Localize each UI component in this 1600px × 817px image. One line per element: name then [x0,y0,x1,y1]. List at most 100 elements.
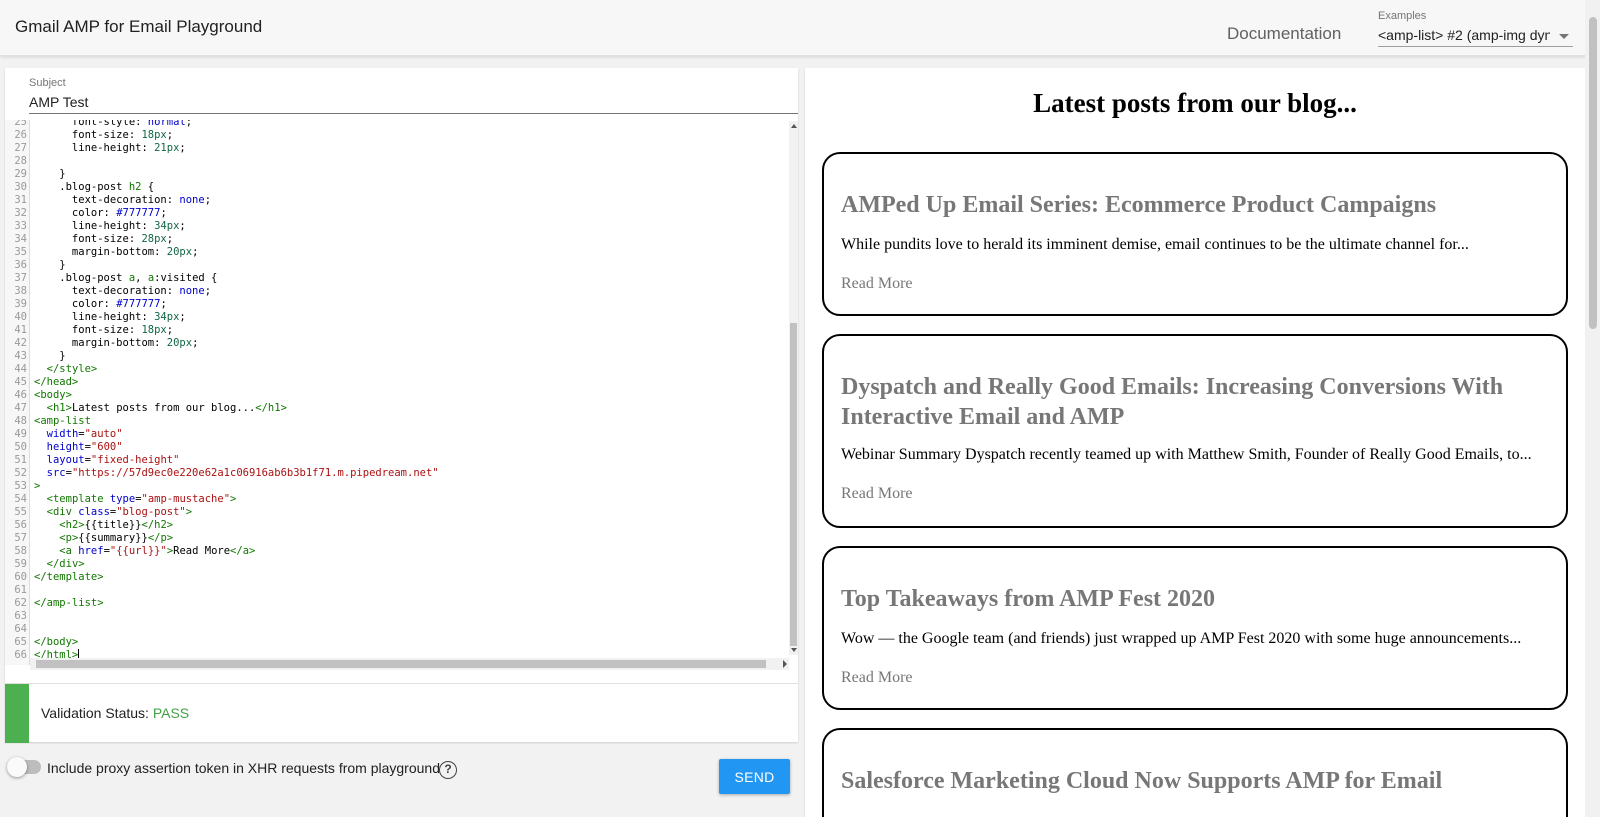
code-text[interactable] [30,155,34,168]
code-text[interactable]: <div class="blog-post"> [30,506,192,519]
code-line[interactable]: 60 </template> [5,571,785,584]
code-line[interactable]: 28 [5,155,785,168]
send-button[interactable]: SEND [719,759,790,794]
code-line[interactable]: 42 margin-bottom: 20px; [5,337,785,350]
code-text[interactable]: </template> [30,571,104,584]
help-circle-icon[interactable]: ? [439,761,457,779]
code-text[interactable] [30,584,34,597]
code-text[interactable]: <body> [30,389,72,402]
code-editor[interactable]: 25 font-style: normal; 26 font-size: 18px… [5,120,798,673]
code-text[interactable]: <a href="{{url}}">Read More</a> [30,545,255,558]
code-text[interactable]: width="auto" [30,428,123,441]
code-line[interactable]: 64 [5,623,785,636]
code-line[interactable]: 26 font-size: 18px; [5,129,785,142]
code-line[interactable]: 62 </amp-list> [5,597,785,610]
code-text[interactable]: src="https://57d9ec0e220e62a1c06916ab6b3… [30,467,439,480]
code-text[interactable] [30,623,34,636]
editor-vertical-scrollbar[interactable] [789,121,798,655]
code-line[interactable]: 35 margin-bottom: 20px; [5,246,785,259]
code-line[interactable]: 63 [5,610,785,623]
read-more-link[interactable]: Read More [841,485,913,503]
code-line[interactable]: 27 line-height: 21px; [5,142,785,155]
code-line[interactable]: 39 color: #777777; [5,298,785,311]
code-text[interactable]: </body> [30,636,78,649]
code-line[interactable]: 58 <a href="{{url}}">Read More</a> [5,545,785,558]
code-line[interactable]: 31 text-decoration: none; [5,194,785,207]
code-text[interactable]: color: #777777; [30,298,167,311]
scroll-down-icon[interactable] [791,648,797,652]
code-text[interactable]: margin-bottom: 20px; [30,246,198,259]
code-line[interactable]: 29 } [5,168,785,181]
code-text[interactable]: <p>{{summary}}</p> [30,532,173,545]
scroll-right-icon[interactable] [783,660,787,668]
page-scroll-thumb[interactable] [1589,17,1597,329]
code-line[interactable]: 65 </body> [5,636,785,649]
code-line[interactable]: 51 layout="fixed-height" [5,454,785,467]
code-text[interactable]: height="600" [30,441,123,454]
code-text[interactable]: <template type="amp-mustache"> [30,493,237,506]
code-text[interactable] [30,610,34,623]
code-text[interactable]: </head> [30,376,78,389]
code-text[interactable]: color: #777777; [30,207,167,220]
code-line[interactable]: 34 font-size: 28px; [5,233,785,246]
read-more-link[interactable]: Read More [841,275,913,293]
editor-horizontal-scrollbar[interactable] [30,658,789,670]
code-text[interactable]: .blog-post h2 { [30,181,154,194]
vertical-scroll-thumb[interactable] [790,323,797,646]
code-text[interactable]: font-style: normal; [30,120,192,129]
code-text[interactable]: } [30,259,65,272]
code-line[interactable]: 46 <body> [5,389,785,402]
code-line[interactable]: 43 } [5,350,785,363]
code-text[interactable]: } [30,350,65,363]
code-text[interactable]: .blog-post a, a:visited { [30,272,217,285]
code-line[interactable]: 25 font-style: normal; [5,120,785,129]
code-line[interactable]: 57 <p>{{summary}}</p> [5,532,785,545]
code-line[interactable]: 41 font-size: 18px; [5,324,785,337]
horizontal-scroll-thumb[interactable] [36,660,766,668]
code-text[interactable]: margin-bottom: 20px; [30,337,198,350]
code-text[interactable]: </amp-list> [30,597,104,610]
code-text[interactable]: > [30,480,40,493]
subject-input[interactable]: AMP Test [29,94,88,110]
code-line[interactable]: 53 > [5,480,785,493]
code-line[interactable]: 33 line-height: 34px; [5,220,785,233]
proxy-token-toggle[interactable] [7,757,41,777]
code-line[interactable]: 52 src="https://57d9ec0e220e62a1c06916ab… [5,467,785,480]
code-line[interactable]: 48 <amp-list [5,415,785,428]
code-text[interactable]: </style> [30,363,98,376]
code-text[interactable]: line-height: 21px; [30,142,186,155]
code-line[interactable]: 38 text-decoration: none; [5,285,785,298]
code-line[interactable]: 56 <h2>{{title}}</h2> [5,519,785,532]
code-text[interactable]: font-size: 18px; [30,324,173,337]
page-vertical-scrollbar[interactable] [1585,0,1600,817]
scroll-up-icon[interactable] [791,124,797,128]
code-line[interactable]: 50 height="600" [5,441,785,454]
code-text[interactable]: } [30,168,65,181]
documentation-link[interactable]: Documentation [1227,24,1341,44]
code-line[interactable]: 37 .blog-post a, a:visited { [5,272,785,285]
code-text[interactable]: <amp-list [30,415,91,428]
code-lines[interactable]: 25 font-style: normal; 26 font-size: 18px… [5,120,785,662]
code-text[interactable]: text-decoration: none; [30,194,211,207]
code-line[interactable]: 61 [5,584,785,597]
code-text[interactable]: font-size: 28px; [30,233,173,246]
code-line[interactable]: 45 </head> [5,376,785,389]
code-text[interactable]: text-decoration: none; [30,285,211,298]
code-line[interactable]: 32 color: #777777; [5,207,785,220]
code-text[interactable]: </div> [30,558,85,571]
examples-select[interactable]: Examples <amp-list> #2 (amp-img dyna [1378,10,1573,47]
code-line[interactable]: 40 line-height: 34px; [5,311,785,324]
code-line[interactable]: 54 <template type="amp-mustache"> [5,493,785,506]
code-line[interactable]: 44 </style> [5,363,785,376]
code-text[interactable]: <h1>Latest posts from our blog...</h1> [30,402,287,415]
code-line[interactable]: 30 .blog-post h2 { [5,181,785,194]
code-line[interactable]: 49 width="auto" [5,428,785,441]
code-text[interactable]: font-size: 18px; [30,129,173,142]
code-line[interactable]: 59 </div> [5,558,785,571]
code-line[interactable]: 36 } [5,259,785,272]
code-line[interactable]: 47 <h1>Latest posts from our blog...</h1… [5,402,785,415]
code-text[interactable]: line-height: 34px; [30,311,186,324]
code-text[interactable]: line-height: 34px; [30,220,186,233]
read-more-link[interactable]: Read More [841,669,913,687]
code-text[interactable]: <h2>{{title}}</h2> [30,519,173,532]
